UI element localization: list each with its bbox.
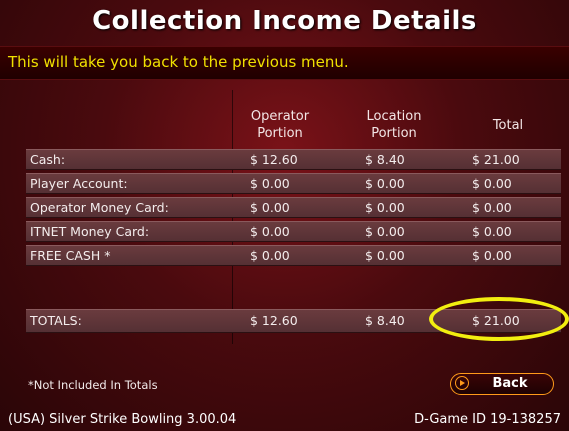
column-header-operator-line2: Portion	[257, 126, 303, 141]
row-total-value: $ 0.00	[472, 200, 512, 215]
row-total-value: $ 0.00	[472, 224, 512, 239]
totals-operator-value: $ 12.60	[250, 313, 298, 328]
game-version: (USA) Silver Strike Bowling 3.00.04	[8, 412, 237, 427]
table-row: Cash: $ 12.60 $ 8.40 $ 21.00	[26, 149, 561, 170]
back-button[interactable]: Back	[450, 373, 554, 395]
row-total-value: $ 0.00	[472, 248, 512, 263]
totals-location-value: $ 8.40	[365, 313, 405, 328]
row-label: ITNET Money Card:	[30, 224, 150, 239]
column-header-total: Total	[448, 117, 568, 134]
column-header-operator: Operator Portion	[220, 108, 340, 142]
row-total-value: $ 21.00	[472, 152, 520, 167]
table-row: Operator Money Card: $ 0.00 $ 0.00 $ 0.0…	[26, 197, 561, 218]
column-header-location: Location Portion	[334, 108, 454, 142]
row-label: Cash:	[30, 152, 66, 167]
column-header-operator-line1: Operator	[250, 109, 310, 124]
row-total-value: $ 0.00	[472, 176, 512, 191]
row-location-value: $ 0.00	[365, 200, 405, 215]
row-operator-value: $ 0.00	[250, 248, 290, 263]
column-header-location-line2: Portion	[371, 126, 417, 141]
back-button-label: Back	[492, 376, 528, 391]
highlight-circle	[429, 297, 569, 341]
hint-text: This will take you back to the previous …	[8, 53, 349, 71]
table-row: Player Account: $ 0.00 $ 0.00 $ 0.00	[26, 173, 561, 194]
table-row: ITNET Money Card: $ 0.00 $ 0.00 $ 0.00	[26, 221, 561, 242]
game-id: D-Game ID 19-138257	[414, 412, 561, 427]
row-location-value: $ 0.00	[365, 224, 405, 239]
table-row: FREE CASH * $ 0.00 $ 0.00 $ 0.00	[26, 245, 561, 266]
row-operator-value: $ 0.00	[250, 224, 290, 239]
row-label: Player Account:	[30, 176, 128, 191]
row-location-value: $ 8.40	[365, 152, 405, 167]
column-header-location-line1: Location	[366, 109, 422, 124]
page-title: Collection Income Details	[92, 6, 477, 36]
row-location-value: $ 0.00	[365, 176, 405, 191]
totals-label: TOTALS:	[30, 313, 82, 328]
row-operator-value: $ 0.00	[250, 200, 290, 215]
footnote: *Not Included In Totals	[28, 378, 158, 392]
row-operator-value: $ 0.00	[250, 176, 290, 191]
hint-bar: This will take you back to the previous …	[0, 46, 569, 80]
row-location-value: $ 0.00	[365, 248, 405, 263]
row-label: FREE CASH *	[30, 248, 111, 263]
row-operator-value: $ 12.60	[250, 152, 298, 167]
row-label: Operator Money Card:	[30, 200, 169, 215]
column-header-total-label: Total	[492, 118, 524, 133]
